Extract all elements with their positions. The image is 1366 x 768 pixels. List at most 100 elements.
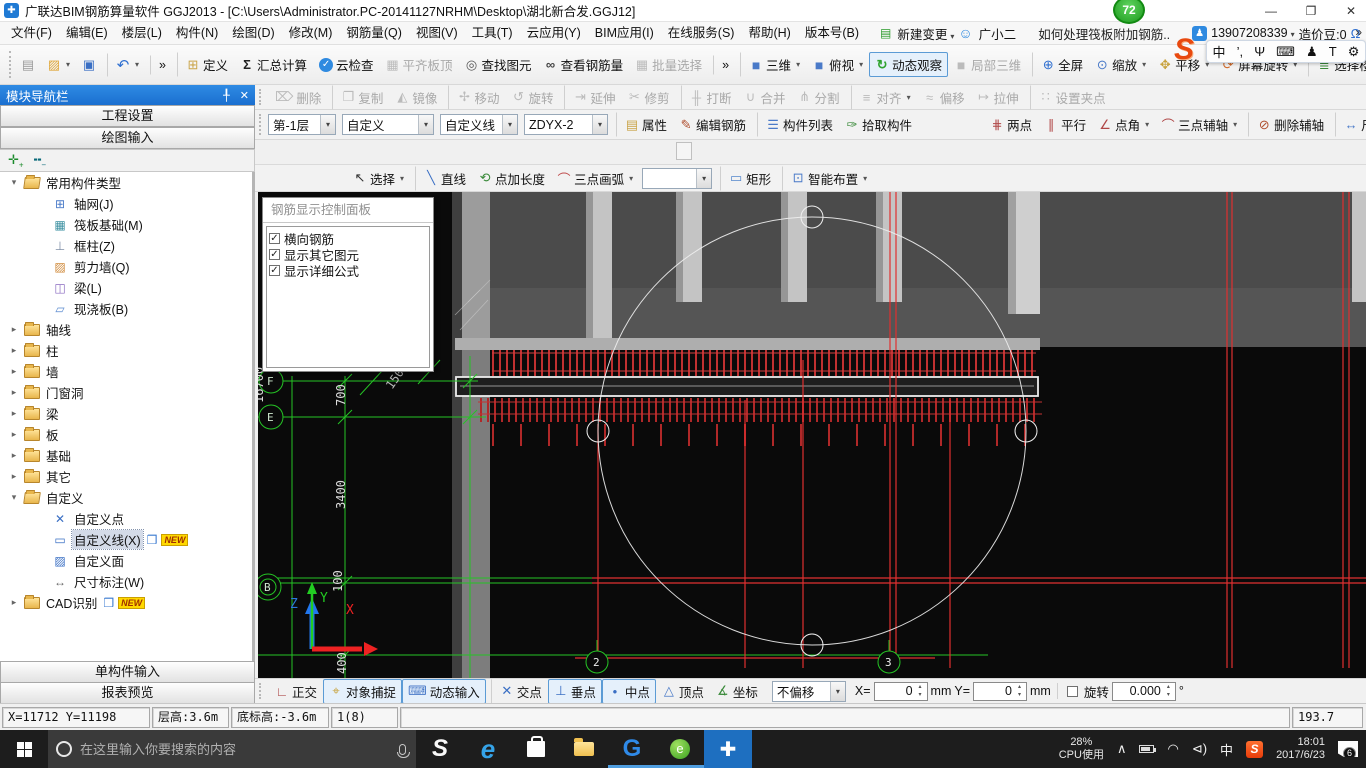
minimize-button[interactable]: —	[1262, 4, 1280, 18]
axis-bubble-2[interactable]: 2	[586, 651, 608, 673]
project-settings-button[interactable]: 工程设置	[0, 105, 255, 127]
expander-icon[interactable]: ▸	[8, 450, 20, 461]
summary-calc-button[interactable]: Σ 汇总计算	[234, 52, 313, 77]
taskbar-edge[interactable]: e	[464, 730, 512, 768]
open-button[interactable]: ▨	[41, 54, 76, 76]
view-3d-button[interactable]: ■ 三维	[740, 52, 806, 77]
taskbar-explorer[interactable]	[560, 730, 608, 768]
single-component-input-button[interactable]: 单构件输入	[0, 661, 255, 683]
align-button[interactable]: ≡ 对齐	[851, 85, 917, 110]
rotate-input[interactable]: 0.000▴▾	[1112, 682, 1176, 701]
tree-dim-mark[interactable]: ↔ 尺寸标注(W)	[0, 571, 252, 592]
input-method-indicator[interactable]: 中	[1220, 740, 1233, 759]
chevron-down-icon[interactable]: ▾	[696, 169, 711, 188]
shirt-icon[interactable]: T	[1329, 44, 1337, 59]
draw-input-button[interactable]: 绘图输入	[0, 127, 255, 149]
copy-button[interactable]: ❐ 复制	[332, 85, 389, 110]
rotate-checkbox[interactable]	[1067, 686, 1078, 697]
category-select[interactable]: 自定义 ▾	[342, 114, 434, 135]
expand-all-icon[interactable]: ✛+	[8, 152, 24, 170]
point-angle-axis-button[interactable]: ∠ 点角	[1092, 112, 1155, 137]
start-button[interactable]	[0, 730, 48, 768]
object-snap-toggle[interactable]: ⌖ 对象捕捉	[323, 679, 402, 704]
menu-floor[interactable]: 楼层(L)	[115, 22, 169, 44]
close-panel-icon[interactable]: ✕	[240, 89, 249, 102]
pick-component-button[interactable]: ✑ 拾取构件	[839, 112, 918, 137]
expander-icon[interactable]: ▸	[8, 408, 20, 419]
three-point-aux-axis-button[interactable]: ⌒ 三点辅轴	[1155, 112, 1243, 137]
smart-layout-button[interactable]: ⊡ 智能布置	[782, 166, 873, 191]
menu-bim[interactable]: BIM应用(I)	[588, 22, 661, 44]
checkbox-icon[interactable]	[269, 249, 280, 260]
toolbar-drag-handle[interactable]	[259, 114, 261, 134]
gxiaoer-button[interactable]: 广小二	[979, 24, 1017, 43]
person-icon[interactable]: ♟	[1306, 44, 1318, 60]
taskbar-search-input[interactable]	[80, 742, 391, 757]
delete-button[interactable]: ⌦ 删除	[269, 85, 327, 110]
tree-custom-line[interactable]: ▭ 自定义线(X) ❒ NEW	[0, 529, 252, 550]
battery-icon[interactable]	[1139, 745, 1154, 753]
dimension-note-button[interactable]: ↔ 尺寸标注	[1335, 112, 1366, 137]
chevron-down-icon[interactable]: ▾	[418, 115, 433, 134]
select-tool-button[interactable]: ↖ 选择	[347, 166, 410, 191]
element-select[interactable]: ZDYX-2 ▾	[524, 114, 608, 135]
mic-icon[interactable]	[399, 744, 406, 755]
taskbar-ggj-active[interactable]: ✚	[704, 730, 752, 768]
trim-button[interactable]: ✂ 修剪	[621, 85, 675, 110]
collapse-all-icon[interactable]: ╍−	[34, 152, 47, 170]
menu-component[interactable]: 构件(N)	[169, 22, 225, 44]
pin-icon[interactable]: ╀	[223, 89, 230, 102]
stretch-button[interactable]: ↦ 拉伸	[971, 85, 1025, 110]
toolbar-overflow-1[interactable]: »	[150, 55, 172, 75]
top-view-button[interactable]: ■ 俯视	[806, 52, 869, 77]
speaker-icon[interactable]: ⊲)	[1192, 741, 1207, 757]
expander-icon[interactable]: ▸	[8, 366, 20, 377]
type-select[interactable]: 自定义线 ▾	[440, 114, 518, 135]
batch-select-button[interactable]: ▦ 批量选择	[629, 52, 708, 77]
expander-icon[interactable]: ▸	[8, 345, 20, 356]
toolbar-drag-handle[interactable]	[9, 51, 11, 78]
parallel-axis-button[interactable]: ∥ 平行	[1038, 112, 1092, 137]
find-element-button[interactable]: ◎ 查找图元	[459, 52, 538, 77]
taskbar-green-app[interactable]: e	[656, 730, 704, 768]
merge-button[interactable]: ∪ 合并	[738, 85, 792, 110]
tree-beam-folder[interactable]: ▸ 梁	[0, 403, 252, 424]
menu-view[interactable]: 视图(V)	[409, 22, 465, 44]
chevron-down-icon[interactable]: ▾	[320, 115, 335, 134]
delete-aux-axis-button[interactable]: ⊘ 删除辅轴	[1248, 112, 1330, 137]
notification-icon[interactable]: 6	[1338, 741, 1358, 757]
move-button[interactable]: ✢ 移动	[448, 85, 505, 110]
taskbar-store[interactable]	[512, 730, 560, 768]
close-button[interactable]: ✕	[1342, 4, 1360, 18]
checkbox-icon[interactable]	[269, 265, 280, 276]
tree-cast-slab[interactable]: ▱ 现浇板(B)	[0, 298, 252, 319]
perpendicular-snap-toggle[interactable]: ⊥ 垂点	[548, 679, 602, 704]
vertex-snap-toggle[interactable]: △ 顶点	[656, 679, 710, 704]
report-preview-button[interactable]: 报表预览	[0, 682, 255, 704]
tree-shear-wall[interactable]: ▨ 剪力墙(Q)	[0, 256, 252, 277]
offset-mode-select[interactable]: 不偏移 ▾	[772, 681, 846, 702]
tree-axis-grid[interactable]: ⊞ 轴网(J)	[0, 193, 252, 214]
mic2-icon[interactable]: Ψ	[1254, 44, 1265, 59]
chevron-down-icon[interactable]: ▾	[502, 115, 517, 134]
floating-toolbar-handle[interactable]	[676, 142, 692, 160]
toolbar-drag-handle[interactable]	[259, 89, 265, 106]
mirror-button[interactable]: ◭ 镜像	[389, 85, 443, 110]
wrench-icon[interactable]: ⚙	[1348, 44, 1360, 60]
taskbar-search[interactable]	[48, 730, 416, 768]
axis-bubble-e[interactable]: E	[259, 405, 283, 429]
fullscreen-button[interactable]: ⊕ 全屏	[1032, 52, 1089, 77]
tree-slab-folder[interactable]: ▸ 板	[0, 424, 252, 445]
dynamic-input-toggle[interactable]: ⌨ 动态输入	[402, 679, 486, 704]
keyboard-icon[interactable]: ⌨	[1276, 44, 1295, 60]
sogou-tray-icon[interactable]: S	[1246, 741, 1263, 758]
menu-cloud[interactable]: 云应用(Y)	[520, 22, 588, 44]
menu-edit[interactable]: 编辑(E)	[59, 22, 115, 44]
expander-icon[interactable]: ▸	[8, 471, 20, 482]
taskbar-sogou[interactable]: S	[416, 730, 464, 768]
arc-extra-select[interactable]: ▾	[642, 168, 712, 189]
menu-file[interactable]: 文件(F)	[4, 22, 59, 44]
x-coord-input[interactable]: 0▴▾	[874, 682, 928, 701]
tree-column-folder[interactable]: ▸ 柱	[0, 340, 252, 361]
menu-version[interactable]: 版本号(B)	[798, 22, 866, 44]
